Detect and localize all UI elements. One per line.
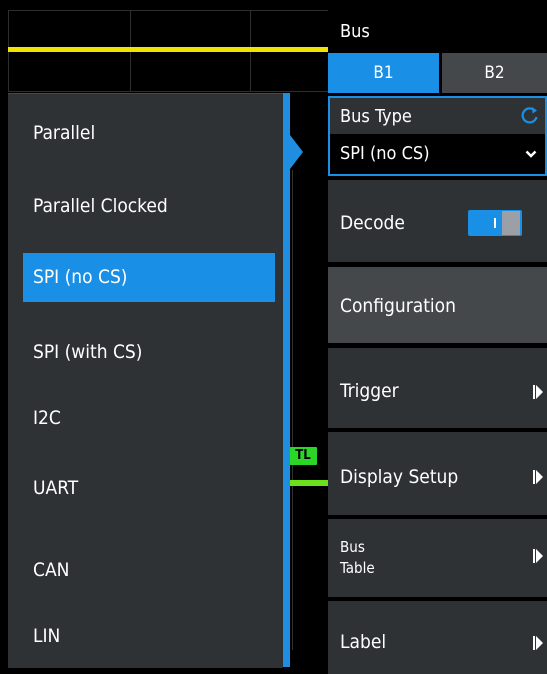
grid-line	[292, 170, 293, 650]
label-button[interactable]: Label	[328, 601, 547, 674]
submenu-arrow-icon	[533, 636, 543, 650]
decode-row[interactable]: Decode	[328, 180, 547, 264]
toggle-knob	[502, 211, 520, 235]
menu-title: Bus	[340, 21, 370, 42]
label-label: Label	[340, 631, 387, 653]
tab-b1[interactable]: B1	[328, 53, 439, 93]
bus-type-value: SPI (no CS)	[340, 143, 430, 164]
pointer-arrow-icon	[290, 135, 303, 169]
bus-type-select[interactable]: SPI (no CS)	[330, 134, 545, 174]
list-item-parallel[interactable]: Parallel	[23, 109, 275, 158]
submenu-arrow-icon	[533, 549, 543, 563]
list-item-i2c[interactable]: I2C	[23, 394, 275, 443]
list-item-can[interactable]: CAN	[23, 546, 275, 595]
list-item-lin[interactable]: LIN	[23, 612, 275, 661]
display-setup-button[interactable]: Display Setup	[328, 432, 547, 517]
list-accent-bar	[283, 93, 290, 667]
submenu-arrow-icon	[533, 470, 543, 484]
bus-table-label: Bus Table	[340, 537, 375, 579]
decode-label: Decode	[340, 212, 405, 234]
grid-line	[8, 10, 330, 11]
trigger-label: Trigger	[340, 380, 399, 402]
list-item-spi-with-cs[interactable]: SPI (with CS)	[23, 328, 275, 377]
list-item-parallel-clocked[interactable]: Parallel Clocked	[23, 182, 275, 231]
bus-type-label: Bus Type	[340, 106, 412, 127]
chevron-down-icon	[525, 150, 537, 158]
bus-table-button[interactable]: Bus Table	[328, 519, 547, 599]
decode-toggle[interactable]	[468, 210, 522, 236]
channel-trace-green	[289, 480, 330, 486]
trigger-level-marker[interactable]: TL	[289, 447, 317, 465]
trigger-button[interactable]: Trigger	[328, 348, 547, 430]
bus-type-list: Parallel Parallel Clocked SPI (no CS) SP…	[8, 93, 283, 668]
list-item-uart[interactable]: UART	[23, 464, 275, 513]
tab-b2[interactable]: B2	[442, 53, 547, 93]
bus-type-field: Bus Type SPI (no CS)	[328, 96, 547, 176]
submenu-arrow-icon	[533, 385, 543, 399]
configuration-button[interactable]: Configuration	[328, 267, 547, 345]
list-item-spi-no-cs[interactable]: SPI (no CS)	[23, 253, 275, 302]
toggle-on-mark	[494, 218, 496, 228]
display-setup-label: Display Setup	[340, 466, 459, 488]
bus-menu: Bus B1 B2 Bus Type SPI (no CS) Decode Co…	[328, 0, 547, 674]
grid-line	[8, 91, 330, 92]
refresh-icon[interactable]	[521, 106, 539, 124]
channel-trace-yellow	[8, 47, 330, 52]
bus-table-label-line2: Table	[340, 559, 375, 577]
configuration-label: Configuration	[340, 295, 456, 317]
bus-table-label-line1: Bus	[340, 538, 365, 556]
